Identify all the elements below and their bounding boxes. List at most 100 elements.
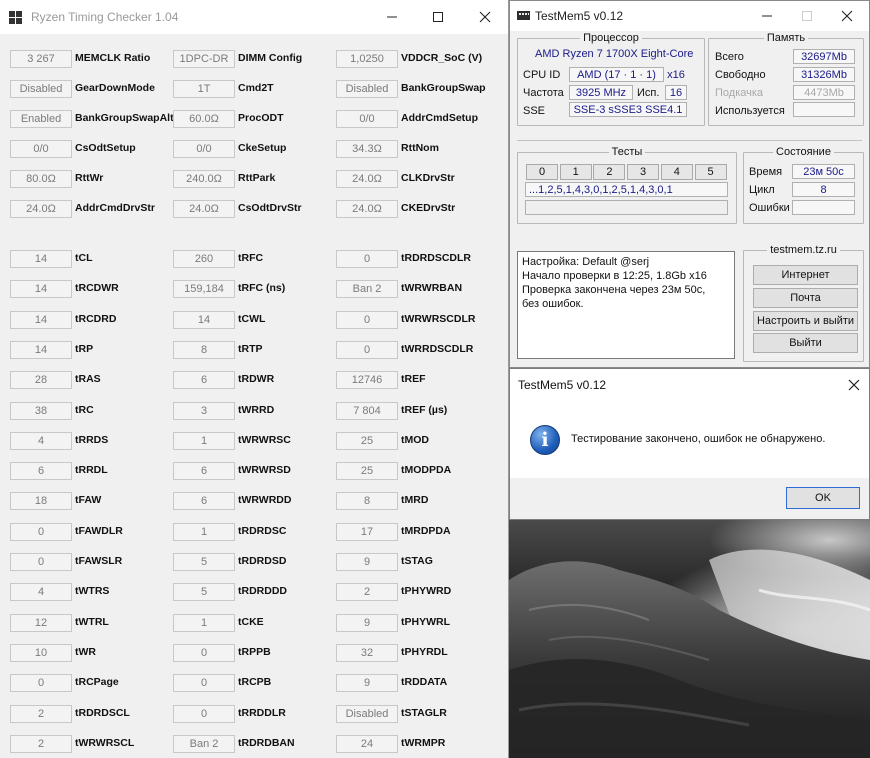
timing-value: 6	[173, 492, 235, 510]
mem-used-field	[793, 102, 855, 117]
timing-label: tRDWR	[238, 373, 275, 385]
timing-value: 159,184	[173, 280, 235, 298]
timing-value: 17	[336, 523, 398, 541]
timing-label: tWTRS	[75, 585, 110, 597]
timing-value: 14	[10, 341, 72, 359]
timing-value: 0	[10, 523, 72, 541]
maximize-icon	[433, 12, 443, 22]
timing-value: 25	[336, 432, 398, 450]
timing-label: tWRWRSCL	[75, 737, 135, 749]
timing-label: tRRDDLR	[238, 707, 286, 719]
close-button[interactable]	[462, 0, 508, 34]
timing-value: 9	[336, 553, 398, 571]
mem-swap-field: 4473Mb	[793, 85, 855, 100]
rtc-title: Ryzen Timing Checker 1.04	[31, 10, 179, 24]
timing-label: tMRDPDA	[401, 525, 451, 537]
timing-label: tSTAGLR	[401, 707, 447, 719]
mail-button[interactable]: Почта	[753, 288, 858, 308]
minimize-button[interactable]	[369, 0, 415, 34]
timing-label: CsOdtDrvStr	[238, 202, 302, 214]
maximize-button[interactable]	[415, 0, 461, 34]
timing-label: DIMM Config	[238, 52, 303, 64]
timing-label: VDDCR_SoC (V)	[401, 52, 483, 64]
exit-button[interactable]: Выйти	[753, 333, 858, 353]
rock-landscape-image	[509, 549, 870, 758]
timing-value: Disabled	[10, 80, 72, 98]
timing-label: CkeSetup	[238, 142, 287, 154]
desktop-wallpaper	[509, 520, 870, 758]
timing-value: 34.3Ω	[336, 140, 398, 158]
timing-label: tRDRDDD	[238, 585, 287, 597]
timing-label: tRFC (ns)	[238, 282, 286, 294]
freq-label: Частота	[523, 87, 564, 99]
processor-legend: Процессор	[583, 32, 639, 44]
timing-value: 8	[336, 492, 398, 510]
timing-value: 0	[173, 705, 235, 723]
sse-label: SSE	[523, 105, 546, 117]
test-number-cell: 4	[660, 164, 693, 180]
timing-label: tSTAG	[401, 555, 433, 567]
mem-total-field: 32697Mb	[793, 49, 855, 64]
timing-value: 14	[10, 250, 72, 268]
timing-value: Disabled	[336, 80, 398, 98]
timing-label: tRTP	[238, 343, 263, 355]
internet-button[interactable]: Интернет	[753, 265, 858, 285]
testmem-minimize-button[interactable]	[748, 1, 788, 31]
timing-label: tFAW	[75, 494, 102, 506]
timing-value: 0	[336, 341, 398, 359]
log-textbox[interactable]: Настройка: Default @serj Начало проверки…	[517, 251, 735, 359]
timing-value: 0	[173, 644, 235, 662]
timing-value: 0/0	[10, 140, 72, 158]
log-line: Настройка: Default @serj	[522, 256, 650, 268]
cpu-threads: x16	[667, 69, 685, 81]
timing-label: tFAWSLR	[75, 555, 123, 567]
timing-value: 1DPC-DR	[173, 50, 235, 68]
testmem-titlebar[interactable]: TestMem5 v0.12	[510, 1, 869, 31]
timing-label: RttWr	[75, 172, 104, 184]
cpuid-label: CPU ID	[523, 69, 561, 81]
testmem-close-button[interactable]	[828, 1, 868, 31]
freq-field: 3925 MHz	[569, 85, 633, 100]
timing-label: tRCPB	[238, 676, 272, 688]
timing-value: 4	[10, 583, 72, 601]
timing-label: tPHYRDL	[401, 646, 448, 658]
section-divider	[517, 140, 862, 141]
close-icon	[479, 11, 491, 23]
timing-value: 38	[10, 402, 72, 420]
timing-label: tRFC	[238, 252, 264, 264]
configure-exit-button[interactable]: Настроить и выйти	[753, 311, 858, 331]
timing-value: 1	[173, 432, 235, 450]
timing-label: tRDRDBAN	[238, 737, 295, 749]
timing-label: BankGroupSwap	[401, 82, 486, 94]
timing-label: tRAS	[75, 373, 101, 385]
mem-free-label: Свободно	[715, 69, 766, 81]
timing-label: tWRWRSD	[238, 464, 291, 476]
timing-label: tRP	[75, 343, 94, 355]
timing-value: 7 804	[336, 402, 398, 420]
used-threads-label: Исп.	[637, 87, 660, 99]
test-progress-bar	[525, 200, 728, 215]
timing-value: Disabled	[336, 705, 398, 723]
timing-value: 2	[336, 583, 398, 601]
timing-label: Cmd2T	[238, 82, 274, 94]
timing-label: tFAWDLR	[75, 525, 123, 537]
timing-label: tCL	[75, 252, 93, 264]
log-line: Проверка закончена через 23м 50с,	[522, 284, 706, 296]
timing-label: tPHYWRD	[401, 585, 452, 597]
timing-value: 3	[173, 402, 235, 420]
rtc-titlebar[interactable]: Ryzen Timing Checker 1.04	[0, 0, 508, 34]
testmem-title: TestMem5 v0.12	[535, 9, 624, 23]
cpuid-field: AMD (17 · 1 · 1)	[569, 67, 664, 82]
testmem-window: TestMem5 v0.12 Процессор AMD Ryzen 7 170…	[509, 0, 870, 368]
timing-label: tRC	[75, 404, 94, 416]
timing-value: 9	[336, 674, 398, 692]
timing-value: 0	[336, 311, 398, 329]
timing-value: 24.0Ω	[336, 200, 398, 218]
dialog-close-button[interactable]	[843, 375, 865, 395]
timing-value: 3 267	[10, 50, 72, 68]
timing-value: 0	[336, 250, 398, 268]
timing-value: 80.0Ω	[10, 170, 72, 188]
timing-label: tWRMPR	[401, 737, 446, 749]
ok-button[interactable]: OK	[786, 487, 860, 509]
timing-value: 6	[173, 371, 235, 389]
